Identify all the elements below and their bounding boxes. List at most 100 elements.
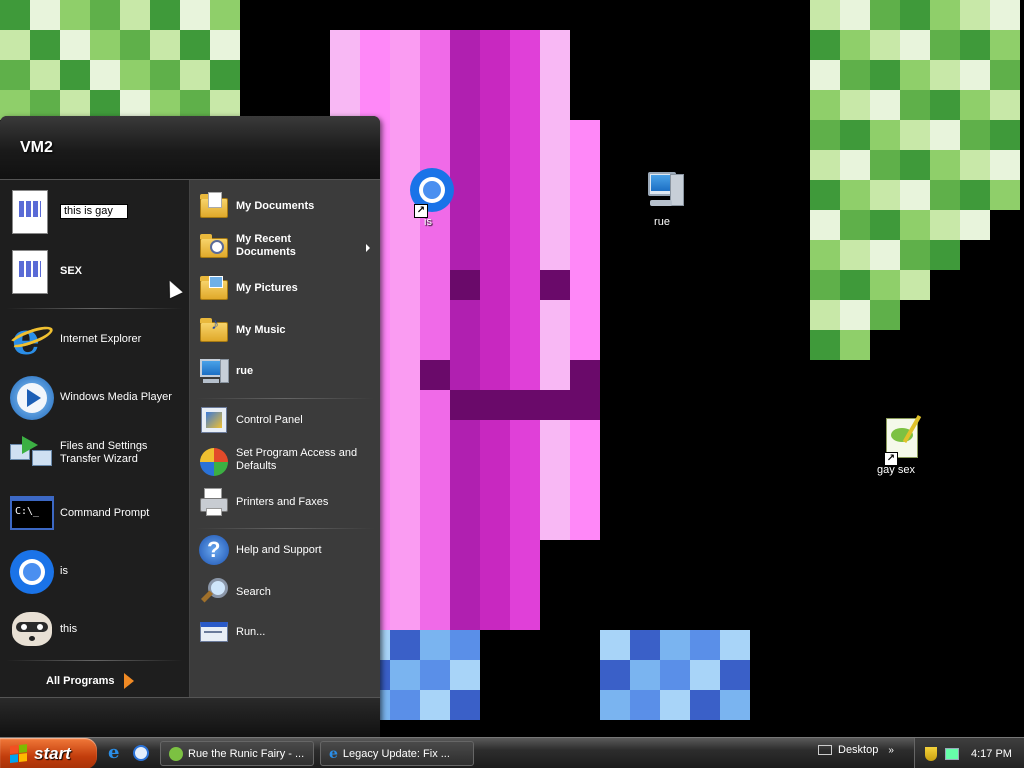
system-printers-faxes[interactable]: Printers and Faxes <box>198 486 328 518</box>
pinned-item-label: SEX <box>60 264 83 277</box>
program-is[interactable]: is <box>8 548 68 594</box>
wallpaper-pixel <box>180 30 210 60</box>
desktop-icon-rue[interactable]: rue <box>622 166 702 228</box>
search[interactable]: Search <box>198 576 271 608</box>
wallpaper-pixel <box>570 150 600 180</box>
wallpaper-pixel <box>540 30 570 60</box>
wallpaper-pixel <box>840 90 870 120</box>
place-label: My Music <box>236 323 286 336</box>
wallpaper-pixel <box>720 690 750 720</box>
wallpaper-pixel <box>540 60 570 90</box>
pinned-item-sex[interactable]: SEX <box>8 248 82 294</box>
desktop-icon-is[interactable]: ↗ is <box>388 166 468 228</box>
wallpaper-pixel <box>870 210 900 240</box>
wallpaper-pixel <box>420 270 450 300</box>
wallpaper-pixel <box>570 360 600 390</box>
system-set-program-access[interactable]: Set Program Access and Defaults <box>198 444 361 476</box>
clock[interactable]: 4:17 PM <box>971 748 1012 760</box>
wallpaper-pixel <box>840 60 870 90</box>
network-icon[interactable] <box>945 747 959 760</box>
wallpaper-pixel <box>450 450 480 480</box>
start-menu-body: SEX e Internet Explorer Windows Media Pl… <box>0 180 380 697</box>
system-control-panel[interactable]: Control Panel <box>198 404 303 436</box>
start-label: start <box>34 743 71 763</box>
wallpaper-pixel <box>510 60 540 90</box>
folder-documents-icon <box>198 190 230 222</box>
program-windows-media-player[interactable]: Windows Media Player <box>8 374 172 420</box>
wallpaper-pixel <box>930 240 960 270</box>
run[interactable]: Run... <box>198 616 265 648</box>
place-my-pictures[interactable]: My Pictures <box>198 272 298 304</box>
all-programs-label: All Programs <box>46 675 115 687</box>
wallpaper-pixel <box>870 60 900 90</box>
start-button[interactable]: start <box>0 738 97 768</box>
chevron-right-icon[interactable]: » <box>888 745 894 756</box>
wallpaper-pixel <box>810 30 840 60</box>
wallpaper-pixel <box>480 60 510 90</box>
computer-icon <box>638 166 686 214</box>
document-icon <box>8 188 54 234</box>
wallpaper-pixel <box>960 0 990 30</box>
program-this[interactable]: this <box>8 606 77 652</box>
system-tray: 4:17 PM <box>914 738 1024 768</box>
program-label: Internet Explorer <box>60 332 142 345</box>
user-name: VM2 <box>20 138 53 156</box>
wallpaper-pixel <box>480 30 510 60</box>
wallpaper-pixel <box>120 0 150 30</box>
wallpaper-pixel <box>600 630 630 660</box>
internet-explorer-icon: e <box>329 745 338 762</box>
program-internet-explorer[interactable]: e Internet Explorer <box>6 316 142 362</box>
wallpaper-pixel <box>480 270 510 300</box>
program-files-settings-transfer-wizard[interactable]: Files and Settings Transfer Wizard <box>8 430 160 476</box>
rename-input[interactable] <box>60 203 128 219</box>
help-and-support[interactable]: ? Help and Support <box>198 534 322 566</box>
wallpaper-pixel <box>930 210 960 240</box>
wallpaper-pixel <box>540 420 570 450</box>
wallpaper-pixel <box>510 540 540 570</box>
wallpaper-pixel <box>450 30 480 60</box>
quick-launch-browser-icon[interactable] <box>132 744 150 762</box>
wallpaper-pixel <box>690 690 720 720</box>
wallpaper-pixel <box>510 420 540 450</box>
program-label: Files and Settings Transfer Wizard <box>60 440 148 465</box>
task-label: Rue the Runic Fairy - ... <box>188 747 305 760</box>
security-shield-icon[interactable] <box>925 746 937 761</box>
wallpaper-pixel <box>0 30 30 60</box>
wallpaper-pixel <box>840 300 870 330</box>
wallpaper-pixel <box>870 120 900 150</box>
wallpaper-pixel <box>480 480 510 510</box>
wallpaper-pixel <box>90 0 120 30</box>
wallpaper-pixel <box>480 150 510 180</box>
wallpaper-pixel <box>540 300 570 330</box>
task-button-rue-the-runic-fairy[interactable]: Rue the Runic Fairy - ... <box>160 741 314 766</box>
wallpaper-pixel <box>540 120 570 150</box>
desktop-toolbar[interactable]: Desktop » <box>818 744 894 756</box>
place-my-music[interactable]: ♪ My Music <box>198 314 286 346</box>
place-label: My Documents <box>236 199 315 212</box>
document-icon <box>8 248 54 294</box>
wallpaper-pixel <box>390 480 420 510</box>
desktop-icon-gay-sex[interactable]: ↗ gay sex <box>856 414 936 476</box>
wallpaper-pixel <box>480 450 510 480</box>
task-button-legacy-update[interactable]: e Legacy Update: Fix ... <box>320 741 474 766</box>
program-defaults-icon <box>198 444 230 476</box>
wallpaper-pixel <box>390 540 420 570</box>
wallpaper-pixel <box>510 570 540 600</box>
wallpaper-pixel <box>60 60 90 90</box>
wallpaper-pixel <box>990 60 1020 90</box>
separator <box>196 528 374 529</box>
wallpaper-pixel <box>960 60 990 90</box>
wallpaper-pixel <box>90 30 120 60</box>
place-my-documents[interactable]: My Documents <box>198 190 314 222</box>
quick-launch-ie-icon[interactable]: e <box>108 744 126 762</box>
program-command-prompt[interactable]: C:\_ Command Prompt <box>8 490 149 536</box>
pinned-item-this-is-gay[interactable] <box>8 188 128 234</box>
place-my-recent-documents[interactable]: My Recent Documents <box>198 230 326 262</box>
wallpaper-pixel <box>390 510 420 540</box>
notepad-plus-icon: ↗ <box>872 414 922 466</box>
all-programs-button[interactable]: All Programs <box>46 673 135 689</box>
wallpaper-pixel <box>540 150 570 180</box>
wallpaper-pixel <box>510 120 540 150</box>
wallpaper-pixel <box>420 390 450 420</box>
place-rue[interactable]: rue <box>198 355 253 387</box>
